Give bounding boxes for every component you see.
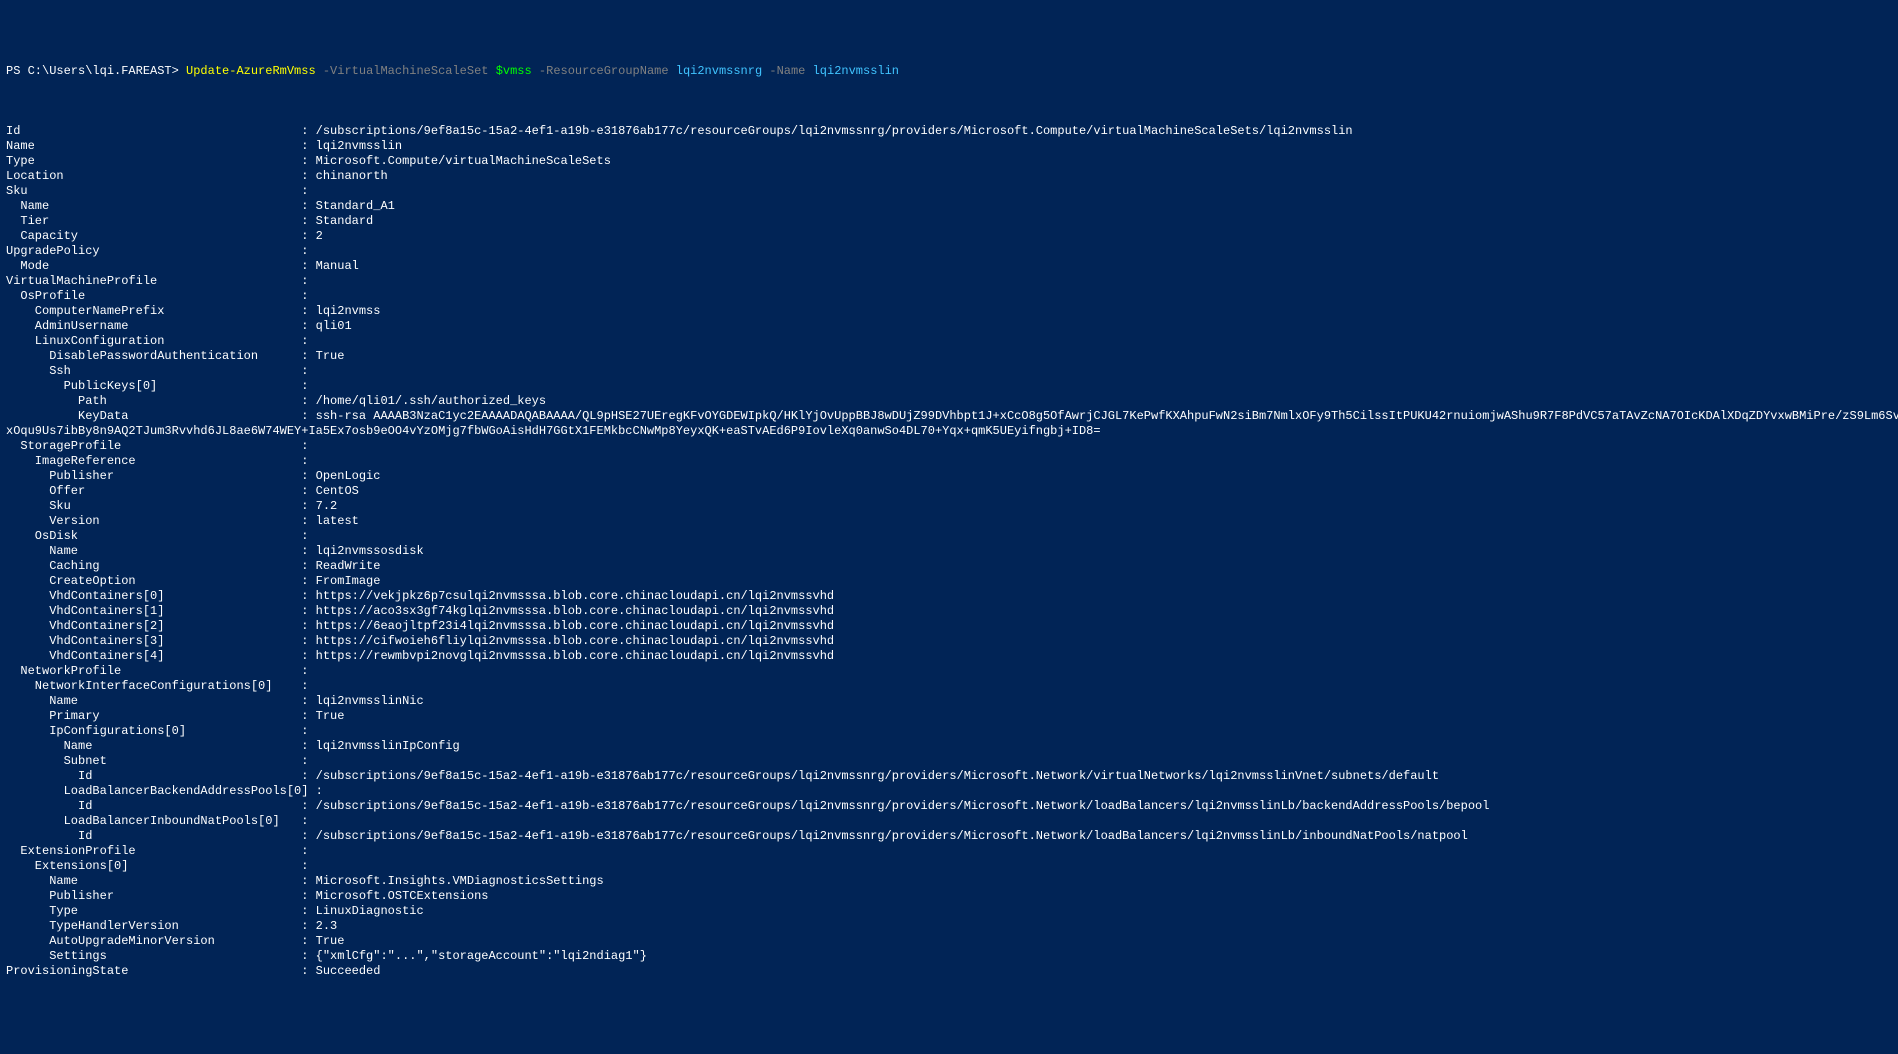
arg-name: lqi2nvmsslin: [813, 64, 899, 78]
param-name: -Name: [769, 64, 805, 78]
prompt-path: PS C:\Users\lqi.FAREAST>: [6, 64, 179, 78]
param-vmss: -VirtualMachineScaleSet: [323, 64, 489, 78]
variable-vmss: $vmss: [496, 64, 532, 78]
command-line[interactable]: PS C:\Users\lqi.FAREAST> Update-AzureRmV…: [6, 64, 1892, 79]
cmdlet: Update-AzureRmVmss: [186, 64, 316, 78]
param-rg: -ResourceGroupName: [539, 64, 669, 78]
arg-rg: lqi2nvmssnrg: [676, 64, 762, 78]
output-block: Id : /subscriptions/9ef8a15c-15a2-4ef1-a…: [6, 94, 1892, 979]
